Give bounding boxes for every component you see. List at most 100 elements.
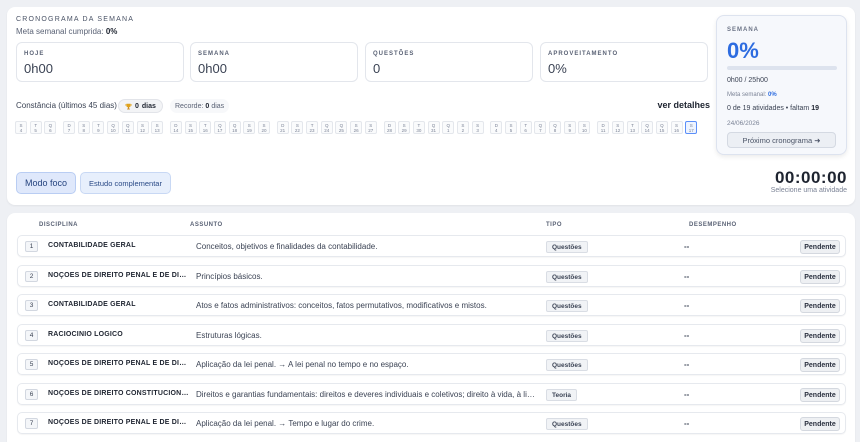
calendar-day-number: 6 bbox=[524, 128, 527, 133]
calendar-day-number: 12 bbox=[139, 128, 145, 133]
row-performance: -- bbox=[684, 271, 690, 281]
week-progress-bar bbox=[727, 66, 837, 70]
streak-unit: dias bbox=[141, 102, 156, 110]
calendar-day-number: 20 bbox=[261, 128, 267, 133]
calendar-day: D7 bbox=[63, 121, 76, 134]
focus-mode-button[interactable]: Modo foco bbox=[16, 172, 76, 194]
calendar-day-number: 23 bbox=[309, 128, 315, 133]
table-row[interactable]: 1 CONTABILIDADE GERAL Conceitos, objetivos… bbox=[17, 235, 846, 257]
row-number: 5 bbox=[25, 359, 38, 370]
stat-value: 0 bbox=[373, 61, 381, 76]
table-row[interactable]: 2 NOÇÕES DE DIREITO PENAL E DE DIREITO PR… bbox=[17, 264, 846, 287]
calendar-day: Q 18 bbox=[228, 121, 241, 134]
calendar-day: Q 14 bbox=[641, 121, 654, 134]
calendar-day: S 27 bbox=[364, 121, 377, 134]
calendar-day: D4 bbox=[490, 121, 503, 134]
row-discipline: RACIOCÍNIO LÓGICO bbox=[48, 330, 123, 338]
row-number: 1 bbox=[25, 241, 38, 252]
calendar-day: D 11 bbox=[597, 121, 610, 134]
calendar-day: S 19 bbox=[243, 121, 256, 134]
activities-text: de 19 atividades • faltam bbox=[732, 105, 810, 112]
next-schedule-button[interactable]: Próximo cronograma ➜ bbox=[727, 132, 836, 148]
calendar-day: S2 bbox=[456, 121, 469, 134]
record-badge: Recorde: 0 dias bbox=[170, 99, 230, 113]
row-performance: -- bbox=[684, 301, 690, 310]
week-meta-value: 0% bbox=[768, 92, 777, 98]
week-percent: 0% bbox=[727, 38, 759, 63]
stat-label: QUESTÕES bbox=[373, 51, 415, 57]
calendar-day: S 13 bbox=[151, 121, 164, 134]
activities-summary: 0 de 19 atividades • faltam 19 bbox=[727, 105, 819, 112]
calendar-day-number: 3 bbox=[476, 128, 479, 133]
calendar-day-number: 13 bbox=[154, 128, 160, 133]
calendar-day: S 22 bbox=[291, 121, 304, 134]
row-status-button[interactable]: Pendente bbox=[800, 240, 840, 254]
row-number: 7 bbox=[25, 418, 38, 429]
calendar-day-number: 4 bbox=[495, 128, 498, 133]
calendar-day: Q 31 bbox=[427, 121, 440, 134]
row-status-button[interactable]: Pendente bbox=[800, 328, 840, 343]
activities-table: DISCIPLINA ASSUNTO TIPO DESEMPENHO 1 CONT… bbox=[7, 213, 855, 442]
calendar-day: S 26 bbox=[350, 121, 363, 134]
calendar-day-number: 11 bbox=[125, 128, 131, 133]
row-discipline: CONTABILIDADE GERAL bbox=[48, 301, 136, 308]
calendar-day: T 13 bbox=[626, 121, 639, 134]
row-status-button[interactable]: Pendente bbox=[800, 387, 840, 402]
details-link[interactable]: ver detalhes bbox=[657, 100, 710, 110]
calendar-day-number: 25 bbox=[338, 128, 344, 133]
row-type-badge: Questões bbox=[546, 359, 588, 371]
calendar-day: S3 bbox=[471, 121, 484, 134]
schedule-title: CRONOGRAMA DA SEMANA bbox=[16, 16, 135, 23]
row-discipline: CONTABILIDADE GERAL bbox=[48, 242, 136, 249]
calendar-day-number: 4 bbox=[19, 128, 23, 133]
row-status-button[interactable]: Pendente bbox=[800, 417, 840, 431]
table-row[interactable]: 5 NOÇÕES DE DIREITO PENAL E DE DIREITO PR… bbox=[17, 353, 846, 375]
calendar-day-number: 9 bbox=[97, 128, 100, 133]
row-number: 3 bbox=[25, 300, 38, 311]
calendar-day-number: 2 bbox=[461, 128, 465, 133]
weekly-goal-summary: Meta semanal cumprida: 0% bbox=[16, 27, 117, 36]
row-subject: Estruturas lógicas. bbox=[196, 330, 262, 340]
weekly-goal-label: Meta semanal cumprida: bbox=[16, 27, 104, 36]
calendar-day-number: 14 bbox=[644, 128, 650, 133]
calendar-day: S4 bbox=[15, 121, 27, 134]
calendar-day: T 30 bbox=[412, 121, 425, 134]
extra-study-button[interactable]: Estudo complementar bbox=[80, 172, 171, 194]
table-row[interactable]: 4 RACIOCÍNIO LÓGICO Estruturas lógicas. Que… bbox=[17, 323, 846, 346]
table-row[interactable]: 3 CONTABILIDADE GERAL Atos e fatos adminis… bbox=[17, 294, 846, 316]
row-number: 2 bbox=[25, 270, 38, 282]
calendar-day-number: 28 bbox=[386, 128, 392, 133]
constancy-label: Constância (últimos 45 dias) bbox=[16, 101, 117, 110]
constancy-row: Constância (últimos 45 dias) 0 dias Recor… bbox=[16, 99, 710, 115]
calendar-day-number: 7 bbox=[67, 128, 71, 133]
week-progress-card: SEMANA 0% 0h00 / 25h00 Meta semanal: 0% … bbox=[716, 15, 847, 155]
row-number: 6 bbox=[25, 388, 38, 400]
row-status-button[interactable]: Pendente bbox=[800, 358, 840, 372]
calendar-day: D 21 bbox=[276, 121, 289, 134]
calendar-day-number: 22 bbox=[294, 128, 300, 133]
calendar-day-number: 5 bbox=[34, 128, 37, 133]
calendar-day: S9 bbox=[563, 121, 576, 134]
activities-done: 0 bbox=[727, 105, 731, 112]
calendar-day: S 12 bbox=[136, 121, 149, 134]
row-status-button[interactable]: Pendente bbox=[800, 269, 840, 284]
table-row[interactable]: 6 NOÇÕES DE DIREITO CONSTITUCIONAL Direito… bbox=[17, 382, 846, 405]
stat-value: 0h00 bbox=[198, 61, 227, 76]
column-header-disciplina: DISCIPLINA bbox=[39, 222, 79, 228]
calendar-day-number: 24 bbox=[324, 128, 330, 133]
table-row[interactable]: 7 NOÇÕES DE DIREITO PENAL E DE DIREITO PR… bbox=[17, 412, 846, 434]
stat-label: HOJE bbox=[24, 51, 45, 57]
calendar-day: Q1 bbox=[442, 121, 455, 134]
calendar-day-number: 31 bbox=[431, 128, 437, 133]
calendar-day-number: 17 bbox=[217, 128, 223, 133]
calendar-day-number: 13 bbox=[629, 128, 635, 133]
calendar-day: T 16 bbox=[199, 121, 212, 134]
calendar-day: Q 15 bbox=[655, 121, 668, 134]
calendar-day-number: 6 bbox=[49, 128, 52, 133]
row-status-button[interactable]: Pendente bbox=[800, 299, 840, 313]
week-meta-label: Meta semanal: bbox=[727, 92, 767, 98]
row-subject: Aplicação da lei penal. → A lei penal no… bbox=[196, 360, 409, 369]
row-number: 4 bbox=[25, 329, 38, 341]
calendar-day: D 28 bbox=[383, 121, 396, 134]
calendar-day: S 10 bbox=[578, 121, 591, 134]
